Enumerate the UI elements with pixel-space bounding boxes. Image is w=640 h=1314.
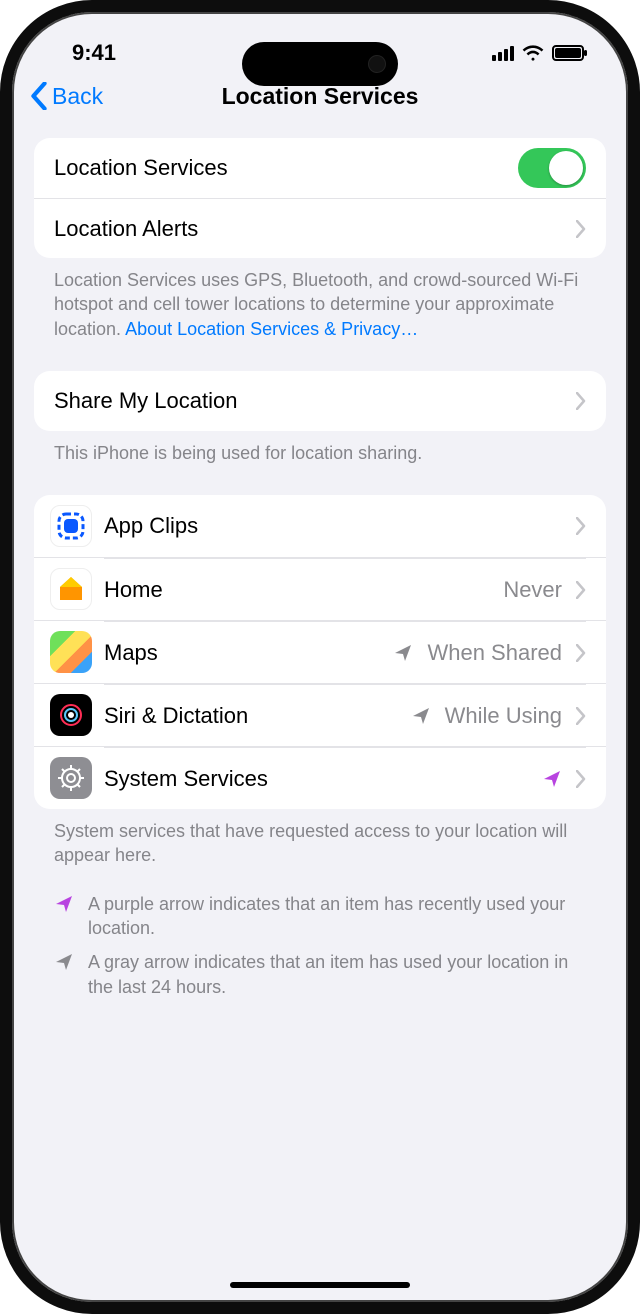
row-home[interactable]: Home Never	[34, 557, 606, 620]
location-arrow-icon	[393, 643, 413, 663]
dynamic-island	[242, 42, 398, 86]
row-share-my-location[interactable]: Share My Location	[34, 371, 606, 431]
footer-share-location: This iPhone is being used for location s…	[34, 431, 606, 465]
chevron-right-icon	[576, 770, 586, 788]
chevron-left-icon	[30, 82, 48, 110]
status-time: 9:41	[72, 40, 116, 66]
location-arrow-icon	[54, 894, 74, 914]
footer-text: This iPhone is being used for location s…	[54, 443, 422, 463]
row-label: Siri & Dictation	[104, 703, 248, 729]
legend-text: A gray arrow indicates that an item has …	[88, 950, 586, 999]
row-system-services[interactable]: System Services	[34, 746, 606, 809]
footer-text: System services that have requested acce…	[54, 821, 567, 865]
row-label: Location Alerts	[54, 216, 198, 242]
wifi-icon	[522, 44, 544, 62]
chevron-right-icon	[576, 517, 586, 535]
legend-purple: A purple arrow indicates that an item ha…	[54, 892, 586, 941]
row-value: While Using	[445, 703, 562, 729]
chevron-right-icon	[576, 644, 586, 662]
row-location-services-toggle[interactable]: Location Services	[34, 138, 606, 198]
legend-text: A purple arrow indicates that an item ha…	[88, 892, 586, 941]
row-label: App Clips	[104, 513, 198, 539]
group-apps: App Clips Home Never M	[34, 495, 606, 809]
back-button[interactable]: Back	[30, 82, 103, 110]
page-title: Location Services	[14, 83, 626, 110]
group-location-services: Location Services Location Alerts	[34, 138, 606, 258]
maps-icon	[50, 631, 92, 673]
chevron-right-icon	[576, 581, 586, 599]
chevron-right-icon	[576, 392, 586, 410]
chevron-right-icon	[576, 707, 586, 725]
row-label: Share My Location	[54, 388, 237, 414]
settings-gear-icon	[50, 757, 92, 799]
location-arrow-icon	[54, 952, 74, 972]
row-label: Location Services	[54, 155, 228, 181]
row-label: Home	[104, 577, 163, 603]
group-share-location: Share My Location	[34, 371, 606, 431]
location-arrow-icon	[542, 769, 562, 789]
battery-icon	[552, 45, 584, 61]
row-label: Maps	[104, 640, 158, 666]
row-siri[interactable]: Siri & Dictation While Using	[34, 683, 606, 746]
legend: A purple arrow indicates that an item ha…	[34, 868, 606, 999]
legend-gray: A gray arrow indicates that an item has …	[54, 950, 586, 999]
row-label: System Services	[104, 766, 268, 792]
home-indicator[interactable]	[230, 1282, 410, 1288]
row-location-alerts[interactable]: Location Alerts	[34, 198, 606, 258]
link-about-privacy[interactable]: About Location Services & Privacy…	[125, 319, 418, 339]
row-app-clips[interactable]: App Clips	[34, 495, 606, 557]
footer-apps: System services that have requested acce…	[34, 809, 606, 868]
footer-location-services: Location Services uses GPS, Bluetooth, a…	[34, 258, 606, 341]
row-maps[interactable]: Maps When Shared	[34, 620, 606, 683]
row-value: When Shared	[427, 640, 562, 666]
status-icons	[492, 44, 584, 62]
location-arrow-icon	[411, 706, 431, 726]
row-value: Never	[503, 577, 562, 603]
home-icon	[50, 568, 92, 610]
toggle-location-services[interactable]	[518, 148, 586, 188]
chevron-right-icon	[576, 220, 586, 238]
cellular-icon	[492, 45, 514, 61]
back-label: Back	[52, 83, 103, 110]
app-clips-icon	[50, 505, 92, 547]
siri-icon	[50, 694, 92, 736]
